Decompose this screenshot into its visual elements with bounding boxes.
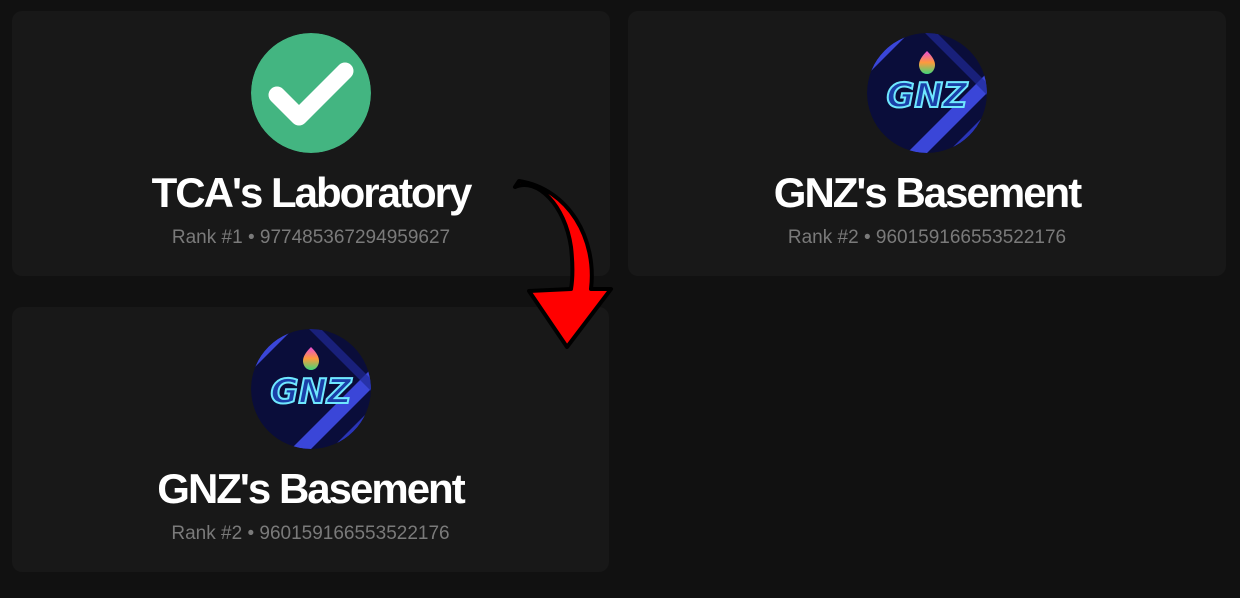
logo-text: GNZ (886, 76, 968, 116)
meta-separator: • (247, 523, 255, 544)
meta-separator: • (247, 227, 255, 248)
server-name: GNZ's Basement (773, 169, 1082, 216)
server-id: 960159166553522176 (875, 227, 1067, 248)
checkmark-icon (251, 33, 371, 153)
server-rank: Rank #2 (171, 523, 243, 544)
gnz-logo-icon: GNZ (867, 33, 987, 153)
server-name: GNZ's Basement (157, 465, 465, 512)
server-rank: Rank #1 (171, 227, 243, 248)
server-meta: Rank #2 • 960159166553522176 (628, 225, 1226, 251)
logo-text: GNZ (270, 372, 352, 412)
server-rank: Rank #2 (787, 227, 859, 248)
server-id: 977485367294959627 (259, 227, 451, 248)
gnz-logo-icon: GNZ (250, 329, 371, 449)
meta-separator: • (863, 227, 871, 248)
server-id: 960159166553522176 (259, 523, 450, 544)
server-meta: Rank #2 • 960159166553522176 (12, 521, 609, 547)
server-card-gnzs-basement[interactable]: GNZ GNZ's Basement Rank #2 • 96015916655… (628, 11, 1226, 276)
red-curved-down-arrow-icon (513, 179, 613, 349)
